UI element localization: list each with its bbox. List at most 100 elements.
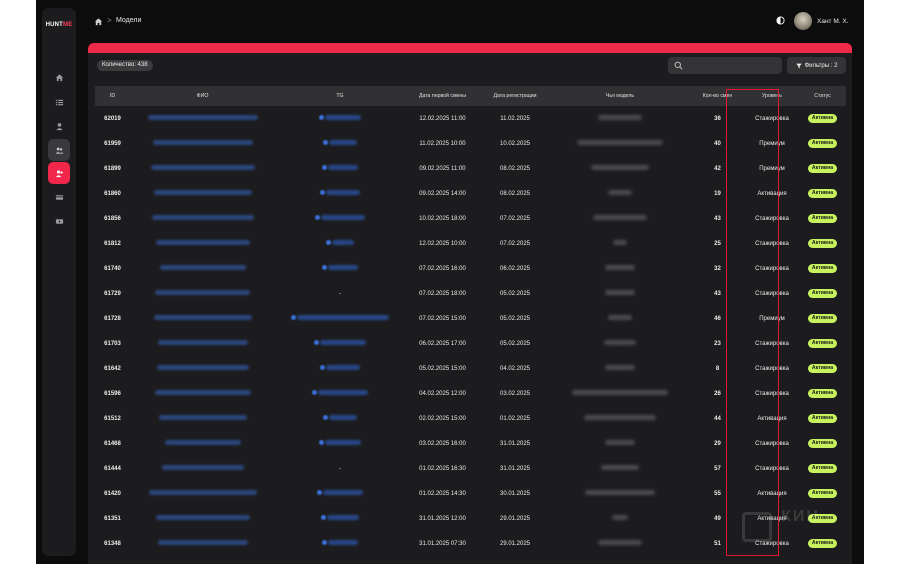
cell-tg[interactable] xyxy=(275,531,405,556)
cell-fio[interactable] xyxy=(130,381,275,406)
fio-redacted[interactable] xyxy=(156,365,249,370)
tg-handle-redacted[interactable] xyxy=(317,490,363,495)
fio-redacted[interactable] xyxy=(154,390,251,395)
cell-fio[interactable] xyxy=(130,531,275,556)
table-row[interactable]: 61596 04.02.2025 12:00 03.02.2025 26 Стажиро… xyxy=(95,381,846,406)
home-icon[interactable] xyxy=(94,17,103,26)
cell-fio[interactable] xyxy=(130,481,275,506)
sidebar-item-cards[interactable] xyxy=(48,186,70,208)
cell-fio[interactable] xyxy=(130,181,275,206)
user-avatar[interactable] xyxy=(794,12,812,30)
sidebar-item-video[interactable] xyxy=(48,210,70,232)
tg-handle-redacted[interactable] xyxy=(291,315,389,320)
cell-fio[interactable] xyxy=(130,206,275,231)
cell-tg[interactable] xyxy=(275,206,405,231)
sidebar-item-list[interactable] xyxy=(48,91,70,113)
table-row[interactable]: 61729 - 07.02.2025 18:00 05.02.2025 43 Стажир… xyxy=(95,281,846,306)
table-row[interactable]: 62019 12.02.2025 11:00 11.02.2025 36 Стажиро… xyxy=(95,106,846,131)
cell-fio[interactable] xyxy=(130,356,275,381)
status-badge[interactable]: Активна xyxy=(807,114,838,123)
cell-fio[interactable] xyxy=(130,106,275,131)
cell-fio[interactable] xyxy=(130,231,275,256)
sidebar-item-users[interactable] xyxy=(48,139,70,161)
fio-redacted[interactable] xyxy=(151,215,254,220)
tg-handle-redacted[interactable] xyxy=(319,440,361,445)
table-row[interactable]: 61642 05.02.2025 15:00 04.02.2025 8 Стажиров… xyxy=(95,356,846,381)
cell-fio[interactable] xyxy=(130,281,275,306)
column-header-tg[interactable]: TG xyxy=(275,86,405,106)
app-logo[interactable]: HUNTME xyxy=(42,22,76,28)
column-header-status[interactable]: Статус xyxy=(799,86,846,106)
table-row[interactable]: 61860 09.02.2025 14:00 08.02.2025 19 Активац… xyxy=(95,181,846,206)
tg-handle-redacted[interactable] xyxy=(314,340,366,345)
tg-handle-redacted[interactable] xyxy=(326,240,354,245)
cell-tg[interactable] xyxy=(275,381,405,406)
column-header-level[interactable]: Уровень xyxy=(745,86,799,106)
sidebar-item-user[interactable] xyxy=(48,115,70,137)
cell-tg[interactable] xyxy=(275,306,405,331)
cell-tg[interactable] xyxy=(275,156,405,181)
fio-redacted[interactable] xyxy=(161,465,244,470)
cell-tg[interactable] xyxy=(275,181,405,206)
cell-tg[interactable] xyxy=(275,331,405,356)
status-badge[interactable]: Активна xyxy=(807,364,838,373)
fio-redacted[interactable] xyxy=(157,540,248,545)
column-header-shift-count[interactable]: Кол-во смен xyxy=(690,86,745,106)
cell-fio[interactable] xyxy=(130,431,275,456)
table-row[interactable]: 61899 09.02.2025 11:00 08.02.2025 42 Премиум… xyxy=(95,156,846,181)
column-header-registration[interactable]: Дата регистрации xyxy=(480,86,550,106)
tg-handle-redacted[interactable] xyxy=(323,140,357,145)
column-header-owner-model[interactable]: Чья модель xyxy=(550,86,690,106)
status-badge[interactable]: Активна xyxy=(807,239,838,248)
cell-tg[interactable] xyxy=(275,106,405,131)
fio-redacted[interactable] xyxy=(153,190,252,195)
status-badge[interactable]: Активна xyxy=(807,289,838,298)
table-row[interactable]: 61351 31.01.2025 12:00 29.01.2025 49 Активац… xyxy=(95,506,846,531)
tg-handle-redacted[interactable] xyxy=(312,390,368,395)
table-row[interactable]: 61740 07.02.2025 16:00 06.02.2025 32 Стажиро… xyxy=(95,256,846,281)
status-badge[interactable]: Активна xyxy=(807,139,838,148)
status-badge[interactable]: Активна xyxy=(807,314,838,323)
fio-redacted[interactable] xyxy=(153,315,252,320)
fio-redacted[interactable] xyxy=(164,440,241,445)
fio-redacted[interactable] xyxy=(150,165,255,170)
status-badge[interactable]: Активна xyxy=(807,214,838,223)
filters-button[interactable]: Фильтры : 2 xyxy=(787,57,846,74)
fio-redacted[interactable] xyxy=(147,115,258,120)
status-badge[interactable]: Активна xyxy=(807,164,838,173)
theme-toggle-icon[interactable] xyxy=(776,16,785,25)
cell-fio[interactable] xyxy=(130,331,275,356)
column-header-id[interactable]: ID xyxy=(95,86,130,106)
fio-redacted[interactable] xyxy=(159,265,246,270)
tg-handle-redacted[interactable] xyxy=(322,165,358,170)
cell-tg[interactable] xyxy=(275,131,405,156)
table-row[interactable]: 61420 01.02.2025 14:30 30.01.2025 55 Активац… xyxy=(95,481,846,506)
cell-tg[interactable] xyxy=(275,356,405,381)
fio-redacted[interactable] xyxy=(158,415,247,420)
fio-redacted[interactable] xyxy=(157,340,248,345)
status-badge[interactable]: Активна xyxy=(807,414,838,423)
status-badge[interactable]: Активна xyxy=(807,489,838,498)
cell-tg[interactable] xyxy=(275,406,405,431)
tg-handle-redacted[interactable] xyxy=(320,190,360,195)
tg-handle-redacted[interactable] xyxy=(321,515,359,520)
fio-redacted[interactable] xyxy=(155,290,250,295)
tg-handle-redacted[interactable] xyxy=(319,115,361,120)
status-badge[interactable]: Активна xyxy=(807,464,838,473)
table-row[interactable]: 61468 03.02.2025 16:00 31.01.2025 29 Стажиро… xyxy=(95,431,846,456)
cell-tg[interactable] xyxy=(275,481,405,506)
cell-tg[interactable] xyxy=(275,506,405,531)
user-name[interactable]: Хант М. Х. xyxy=(817,18,849,25)
search-input[interactable] xyxy=(686,59,776,72)
table-row[interactable]: 61703 06.02.2025 17:00 05.02.2025 23 Стажиро… xyxy=(95,331,846,356)
sidebar-item-models[interactable] xyxy=(48,162,70,184)
status-badge[interactable]: Активна xyxy=(807,439,838,448)
cell-fio[interactable] xyxy=(130,256,275,281)
tg-handle-redacted[interactable] xyxy=(323,415,357,420)
sidebar-item-home[interactable] xyxy=(48,66,70,88)
status-badge[interactable]: Активна xyxy=(807,264,838,273)
table-row[interactable]: 61728 07.02.2025 15:00 05.02.2025 46 Премиум… xyxy=(95,306,846,331)
tg-handle-redacted[interactable] xyxy=(315,215,365,220)
search-box[interactable] xyxy=(668,57,782,74)
fio-redacted[interactable] xyxy=(155,240,250,245)
